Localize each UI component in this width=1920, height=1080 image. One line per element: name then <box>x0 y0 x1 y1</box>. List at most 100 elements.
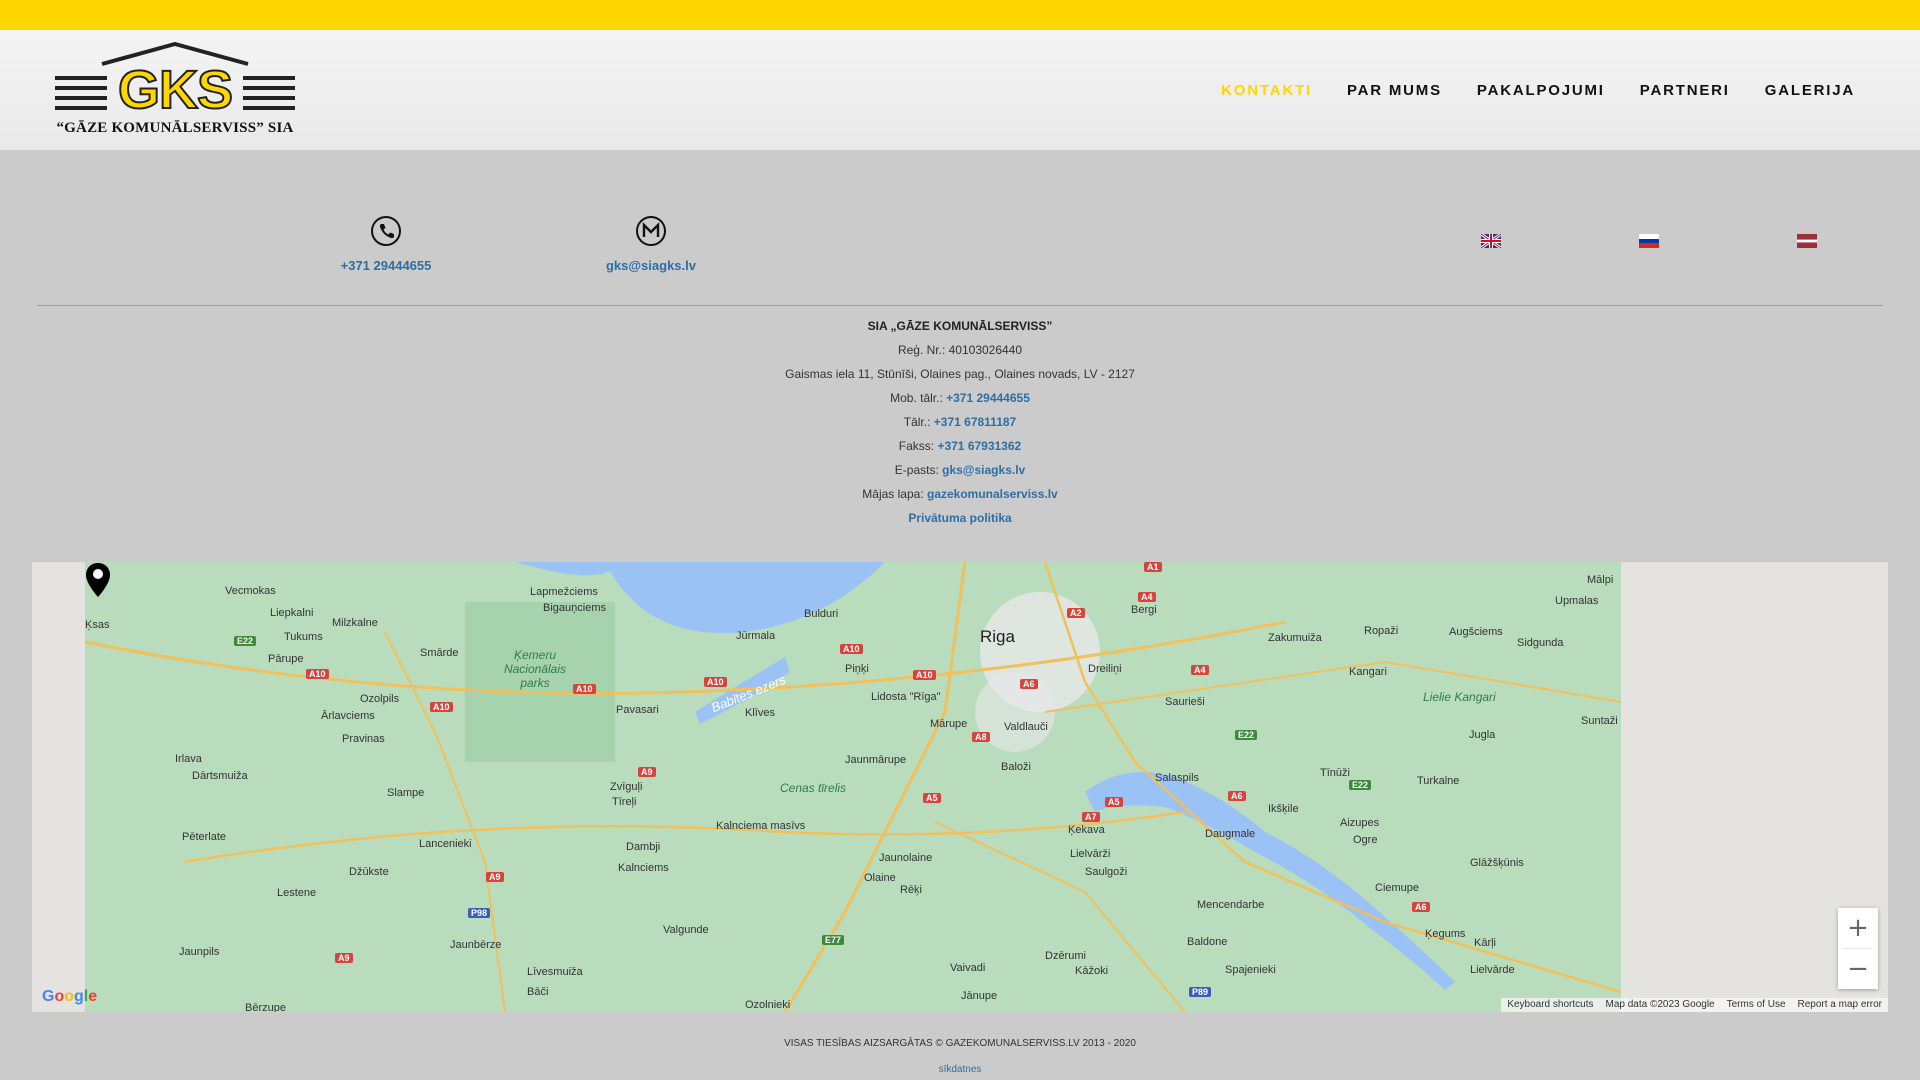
logo-lines-right <box>243 76 295 110</box>
map-label: Tīnūži <box>1320 767 1350 779</box>
zoom-control: + − <box>1838 908 1878 989</box>
zoom-in-button[interactable]: + <box>1838 908 1878 948</box>
company-website: Mājas lapa: gazekomunalserviss.lv <box>0 482 1920 506</box>
map-label: Pravinas <box>342 733 385 745</box>
google-logo[interactable]: Google <box>42 988 97 1006</box>
map-label: Džūkste <box>349 866 389 878</box>
map-label: Dambji <box>626 841 661 853</box>
contact-icons: +371 29444655 gks@siagks.lv <box>0 215 1920 295</box>
road-shield: A10 <box>430 702 453 712</box>
map-tiles[interactable]: Riga Vecmokas Liepkalni Milzkalne Tukums… <box>85 562 1621 1012</box>
mobile-link[interactable]: +371 29444655 <box>946 391 1030 405</box>
google-map[interactable]: Riga Vecmokas Liepkalni Milzkalne Tukums… <box>32 562 1888 1012</box>
company-title: SIA „GĀZE KOMUNĀLSERVISS” <box>867 319 1053 333</box>
map-label: Vecmokas <box>225 585 276 597</box>
map-label: Zakumuiža <box>1268 632 1322 644</box>
logo-mark: GKS <box>117 59 234 121</box>
terms-of-use-link[interactable]: Terms of Use <box>1727 998 1786 1012</box>
flag-lv-icon[interactable] <box>1797 234 1817 248</box>
map-label: Spajenieki <box>1225 964 1276 976</box>
map-label: Tīreļi <box>612 796 637 808</box>
map-label: Ozolpils <box>360 693 400 705</box>
website-label: Mājas lapa: <box>862 487 927 501</box>
nav-partneri[interactable]: PARTNERI <box>1640 82 1730 99</box>
company-address: Gaismas iela 11, Stūnīši, Olaines pag., … <box>785 367 1135 381</box>
email-link-2[interactable]: gks@siagks.lv <box>942 463 1025 477</box>
map-attribution: Keyboard shortcuts Map data ©2023 Google… <box>1501 998 1888 1012</box>
road-shield: A9 <box>638 767 656 777</box>
map-label: Mencendarbe <box>1197 899 1265 911</box>
flag-en-icon[interactable] <box>1481 234 1501 248</box>
map-label: Dzērumi <box>1045 950 1086 962</box>
map-label: Kalnciema masīvs <box>716 820 806 832</box>
map-label: Lestene <box>277 887 317 899</box>
keyboard-shortcuts-link[interactable]: Keyboard shortcuts <box>1507 998 1593 1012</box>
map-label: Aizupes <box>1340 817 1380 829</box>
company-fax: Fakss: +371 67931362 <box>0 434 1920 458</box>
email-icon <box>636 216 666 246</box>
nav-galerija[interactable]: GALERIJA <box>1765 82 1855 99</box>
road-shield: P89 <box>1189 987 1212 997</box>
map-label: Pārupe <box>268 653 304 665</box>
map-label: Ozolnieki <box>745 999 791 1011</box>
map-label: Olaine <box>864 872 896 884</box>
map-label: Smārde <box>420 647 459 659</box>
road-shield: A10 <box>840 644 863 654</box>
map-label: Lidosta "Rīga" <box>871 691 941 703</box>
nav-par-mums[interactable]: PAR MUMS <box>1347 82 1442 99</box>
google-logo-g: G <box>42 988 55 1005</box>
map-label: Upmalas <box>1555 595 1599 607</box>
zoom-out-button[interactable]: − <box>1838 949 1878 989</box>
footer-copyright: VISAS TIESĪBAS AIZSARGĀTAS © GAZEKOMUNAL… <box>784 1038 1136 1049</box>
map-label: Sidgunda <box>1517 637 1564 649</box>
map-label: Augšciems <box>1449 626 1503 638</box>
road-shield: A6 <box>1228 791 1246 801</box>
company-email: E-pasts: gks@siagks.lv <box>0 458 1920 482</box>
map-label: Valdlauči <box>1004 721 1048 733</box>
site-header: GKS “GĀZE KOMUNĀLSERVISS” SIA KONTAKTI P… <box>0 30 1920 150</box>
map-label: Valgunde <box>663 924 709 936</box>
map-label: Līvesmuiža <box>527 966 583 978</box>
map-label: Lapmežciems <box>530 586 598 598</box>
map-label: Milzkalne <box>332 617 378 629</box>
road-shield: A10 <box>573 684 596 694</box>
map-label: Mārupe <box>930 718 968 730</box>
road-shield: A4 <box>1191 665 1209 675</box>
cookies-link[interactable]: sīkdatnes <box>939 1064 982 1075</box>
phone-contact: +371 29444655 <box>316 215 456 275</box>
email-link[interactable]: gks@siagks.lv <box>606 258 696 273</box>
phone-link[interactable]: +371 29444655 <box>341 258 432 273</box>
map-label: Kārļi <box>1474 937 1497 949</box>
map-label: Baloži <box>1001 761 1031 773</box>
map-label: Liepkalni <box>270 607 314 619</box>
nav-kontakti[interactable]: KONTAKTI <box>1221 82 1312 99</box>
flag-ru-icon[interactable] <box>1639 234 1659 248</box>
map-label: Jaunbērze <box>450 939 502 951</box>
map-label: Turkalne <box>1417 775 1460 787</box>
map-label: Bāči <box>527 986 549 998</box>
road-shield: A5 <box>1105 797 1123 807</box>
road-shield: A5 <box>923 793 941 803</box>
map-label: Ķekava <box>1068 824 1105 836</box>
map-label: Lielvārde <box>1470 964 1515 976</box>
map-label-city: Riga <box>980 627 1015 646</box>
road-shield: A9 <box>486 872 504 882</box>
map-label: Dārtsmuiža <box>192 770 248 782</box>
map-label: Kalnciems <box>618 862 669 874</box>
privacy-link[interactable]: Privātuma politika <box>908 511 1011 525</box>
map-label: Bulduri <box>804 608 839 620</box>
map-label: Bergi <box>1131 604 1157 616</box>
map-data-credit: Map data ©2023 Google <box>1605 999 1715 1010</box>
road-shield: A6 <box>1412 902 1430 912</box>
map-label: Klīves <box>745 707 775 719</box>
phone-link-2[interactable]: +371 67811187 <box>934 415 1016 429</box>
nav-pakalpojumi[interactable]: PAKALPOJUMI <box>1477 82 1605 99</box>
map-pin-icon[interactable] <box>85 562 111 598</box>
logo-subtitle: “GĀZE KOMUNĀLSERVISS” SIA <box>56 120 294 136</box>
fax-link[interactable]: +371 67931362 <box>937 439 1021 453</box>
road-shield: A7 <box>1082 812 1100 822</box>
map-label: Lancenieki <box>419 838 472 850</box>
report-map-error-link[interactable]: Report a map error <box>1798 998 1882 1012</box>
website-link[interactable]: gazekomunalserviss.lv <box>927 487 1058 501</box>
site-logo[interactable]: GKS “GĀZE KOMUNĀLSERVISS” SIA <box>55 42 295 138</box>
